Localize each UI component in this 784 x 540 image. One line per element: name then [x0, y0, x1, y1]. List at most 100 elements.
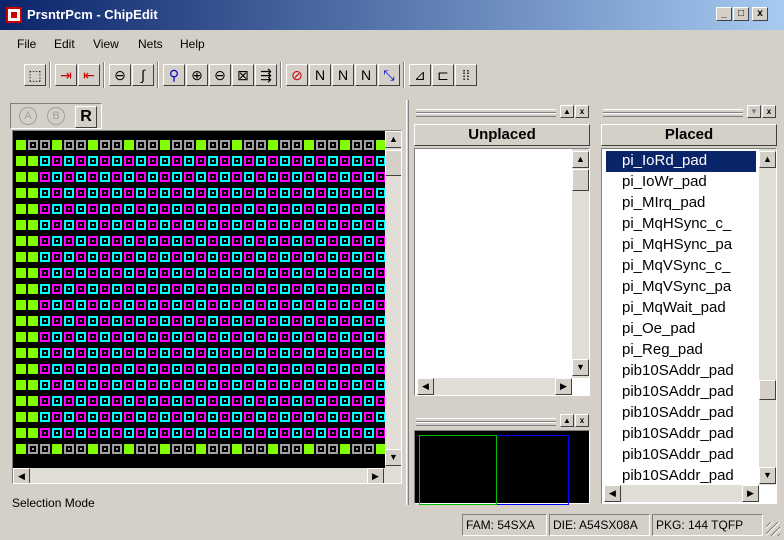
net-both-icon[interactable]: N: [355, 64, 377, 86]
placed-list-item[interactable]: pib10SAddr_pad: [622, 382, 760, 403]
overview-viewport-rect[interactable]: [419, 435, 497, 505]
logic-cell[interactable]: [340, 444, 350, 454]
panel-expand-icon[interactable]: ▲: [560, 105, 574, 118]
scroll-up-icon[interactable]: ▲: [385, 131, 401, 148]
logic-cell[interactable]: [52, 140, 62, 150]
scroll-down-icon[interactable]: ▼: [572, 359, 589, 376]
placed-list-item[interactable]: pi_IoRd_pad: [606, 151, 756, 172]
chip-vertical-scrollbar[interactable]: ▲ ▼: [385, 131, 401, 468]
placed-list-item[interactable]: pi_Oe_pad: [622, 319, 760, 340]
scroll-up-icon[interactable]: ▲: [572, 151, 589, 168]
logic-cell[interactable]: [16, 172, 26, 182]
logic-cell[interactable]: [28, 380, 38, 390]
logic-cell[interactable]: [16, 156, 26, 166]
placed-list-item[interactable]: pi_MqVSync_pa: [622, 277, 760, 298]
logic-cell[interactable]: [232, 444, 242, 454]
placed-list-item[interactable]: pib10SAddr_pad: [622, 445, 760, 466]
app-icon[interactable]: [6, 7, 22, 23]
placed-list-item[interactable]: pib10SAddr_pad: [622, 466, 760, 485]
logic-cell[interactable]: [16, 396, 26, 406]
logic-cell[interactable]: [16, 220, 26, 230]
logic-cell[interactable]: [376, 140, 386, 150]
tab-r[interactable]: R: [75, 106, 97, 128]
logic-cell[interactable]: [16, 284, 26, 294]
net-out-icon[interactable]: N: [332, 64, 354, 86]
logic-cell[interactable]: [16, 364, 26, 374]
pin-icon[interactable]: ⊏: [432, 64, 454, 86]
logic-cell[interactable]: [28, 172, 38, 182]
logic-cell[interactable]: [16, 428, 26, 438]
tab-a[interactable]: A: [19, 107, 37, 125]
panel-expand-icon[interactable]: ▲: [560, 414, 574, 427]
logic-cell[interactable]: [268, 444, 278, 454]
logic-cell[interactable]: [268, 140, 278, 150]
close-button[interactable]: x: [752, 7, 768, 21]
logic-cell[interactable]: [28, 156, 38, 166]
logic-cell[interactable]: [16, 204, 26, 214]
logic-cell[interactable]: [16, 268, 26, 278]
logic-cell[interactable]: [376, 444, 386, 454]
import-icon[interactable]: ⇥: [55, 64, 77, 86]
logic-cell[interactable]: [16, 140, 26, 150]
placed-list-item[interactable]: pi_MqWait_pad: [622, 298, 760, 319]
place-icon[interactable]: ⇶: [255, 64, 277, 86]
unplaced-list[interactable]: ▲ ▼ ◀ ▶: [414, 148, 590, 396]
placed-list[interactable]: pi_IoRd_pad pi_IoWr_pad pi_MIrq_pad pi_MqHS…: [601, 148, 777, 504]
scroll-left-icon[interactable]: ◀: [13, 468, 30, 483]
logic-cell[interactable]: [124, 444, 134, 454]
scroll-thumb[interactable]: [759, 380, 776, 400]
zoom-in-icon[interactable]: ⊕: [186, 64, 208, 86]
logic-cell[interactable]: [196, 444, 206, 454]
title-bar[interactable]: PrsntrPcm - ChipEdit _ □ x: [0, 0, 784, 30]
logic-cell[interactable]: [16, 300, 26, 310]
scroll-down-icon[interactable]: ▼: [759, 467, 776, 484]
placed-list-item[interactable]: pi_MqVSync_c_: [622, 256, 760, 277]
scroll-left-icon[interactable]: ◀: [417, 378, 434, 395]
panel-close-icon[interactable]: x: [762, 105, 776, 118]
logic-cell[interactable]: [16, 236, 26, 246]
chip-cell-grid[interactable]: [16, 140, 389, 465]
logic-cell[interactable]: [28, 252, 38, 262]
placed-list-item[interactable]: pi_Reg_pad: [622, 340, 760, 361]
placed-column-header[interactable]: Placed: [601, 124, 777, 146]
logic-cell[interactable]: [124, 140, 134, 150]
logic-cell[interactable]: [28, 348, 38, 358]
scroll-right-icon[interactable]: ▶: [367, 468, 384, 483]
scroll-left-icon[interactable]: ◀: [604, 485, 621, 502]
placed-list-item[interactable]: pi_IoWr_pad: [622, 172, 760, 193]
menu-help[interactable]: Help: [180, 37, 205, 51]
logic-cell[interactable]: [28, 300, 38, 310]
logic-cell[interactable]: [16, 348, 26, 358]
menu-view[interactable]: View: [93, 37, 119, 51]
net-ratsnest-icon[interactable]: ⤡: [378, 64, 400, 86]
scroll-thumb[interactable]: [572, 169, 589, 191]
logic-cell[interactable]: [16, 316, 26, 326]
logic-cell[interactable]: [28, 316, 38, 326]
panel-collapse-icon[interactable]: ▼: [747, 105, 761, 118]
logic-cell[interactable]: [160, 140, 170, 150]
placed-list-item[interactable]: pib10SAddr_pad: [622, 424, 760, 445]
scroll-down-icon[interactable]: ▼: [385, 449, 401, 466]
scroll-right-icon[interactable]: ▶: [742, 485, 759, 502]
scroll-thumb[interactable]: [385, 150, 401, 176]
panel-close-icon[interactable]: x: [575, 414, 589, 427]
placed-list-item[interactable]: pib10SAddr_pad: [622, 361, 760, 382]
lock-icon[interactable]: ⊖: [109, 64, 131, 86]
overview-minimap[interactable]: [414, 430, 590, 505]
export-icon[interactable]: ⇤: [78, 64, 100, 86]
logic-cell[interactable]: [28, 236, 38, 246]
scroll-right-icon[interactable]: ▶: [555, 378, 572, 395]
net-in-icon[interactable]: N: [309, 64, 331, 86]
menu-file[interactable]: File: [17, 37, 36, 51]
chip-layout-view[interactable]: ▲ ▼ ◀ ▶: [12, 130, 402, 484]
logic-cell[interactable]: [16, 188, 26, 198]
logic-cell[interactable]: [304, 140, 314, 150]
logic-cell[interactable]: [88, 444, 98, 454]
logic-cell[interactable]: [340, 140, 350, 150]
placed-list-item[interactable]: pib10SAddr_pad: [622, 403, 760, 424]
unlock-icon[interactable]: ∫: [132, 64, 154, 86]
grid-dots-icon[interactable]: ⁞⁞: [455, 64, 477, 86]
database-icon[interactable]: ⬚: [24, 64, 46, 86]
logic-cell[interactable]: [28, 364, 38, 374]
placed-list-item[interactable]: pi_MIrq_pad: [622, 193, 760, 214]
